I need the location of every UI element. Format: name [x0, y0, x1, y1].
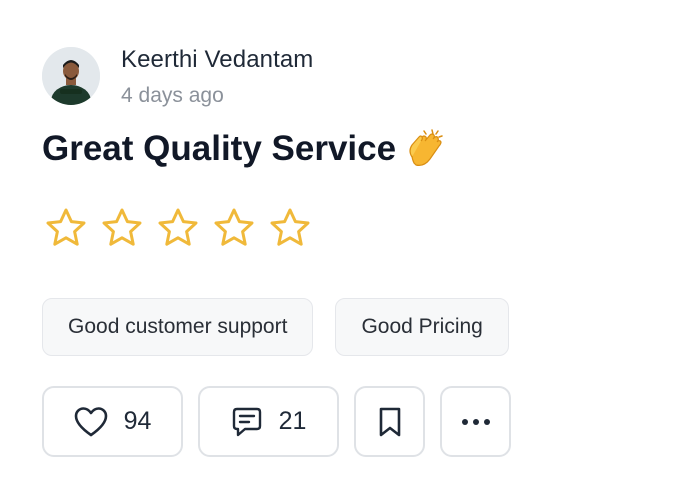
like-count: 94 — [123, 407, 152, 435]
heart-icon — [74, 406, 107, 436]
review-title-row: Great Quality Service — [42, 127, 448, 171]
more-horizontal-icon — [461, 418, 490, 425]
star-icon-1[interactable] — [44, 206, 88, 250]
comment-count: 21 — [278, 407, 307, 435]
tag-chip[interactable]: Good Pricing — [335, 298, 509, 356]
review-title: Great Quality Service — [42, 129, 397, 168]
clapping-hands-icon — [404, 127, 448, 171]
avatar-image — [42, 47, 100, 105]
bookmark-button[interactable] — [354, 386, 425, 457]
star-rating — [44, 206, 312, 250]
star-icon-2[interactable] — [100, 206, 144, 250]
review-timestamp: 4 days ago — [121, 84, 224, 107]
avatar[interactable] — [42, 47, 100, 105]
like-button[interactable]: 94 — [42, 386, 183, 457]
comment-button[interactable]: 21 — [198, 386, 339, 457]
more-options-button[interactable] — [440, 386, 511, 457]
star-icon-3[interactable] — [156, 206, 200, 250]
star-icon-4[interactable] — [212, 206, 256, 250]
review-card: Keerthi Vedantam 4 days ago Great Qualit… — [0, 0, 684, 501]
comment-icon — [232, 407, 261, 436]
bookmark-icon — [379, 407, 400, 436]
review-tags: Good customer support Good Pricing — [42, 298, 509, 356]
author-name[interactable]: Keerthi Vedantam — [121, 46, 313, 74]
star-icon-5[interactable] — [268, 206, 312, 250]
tag-chip[interactable]: Good customer support — [42, 298, 314, 356]
review-actions: 94 21 — [42, 386, 511, 457]
